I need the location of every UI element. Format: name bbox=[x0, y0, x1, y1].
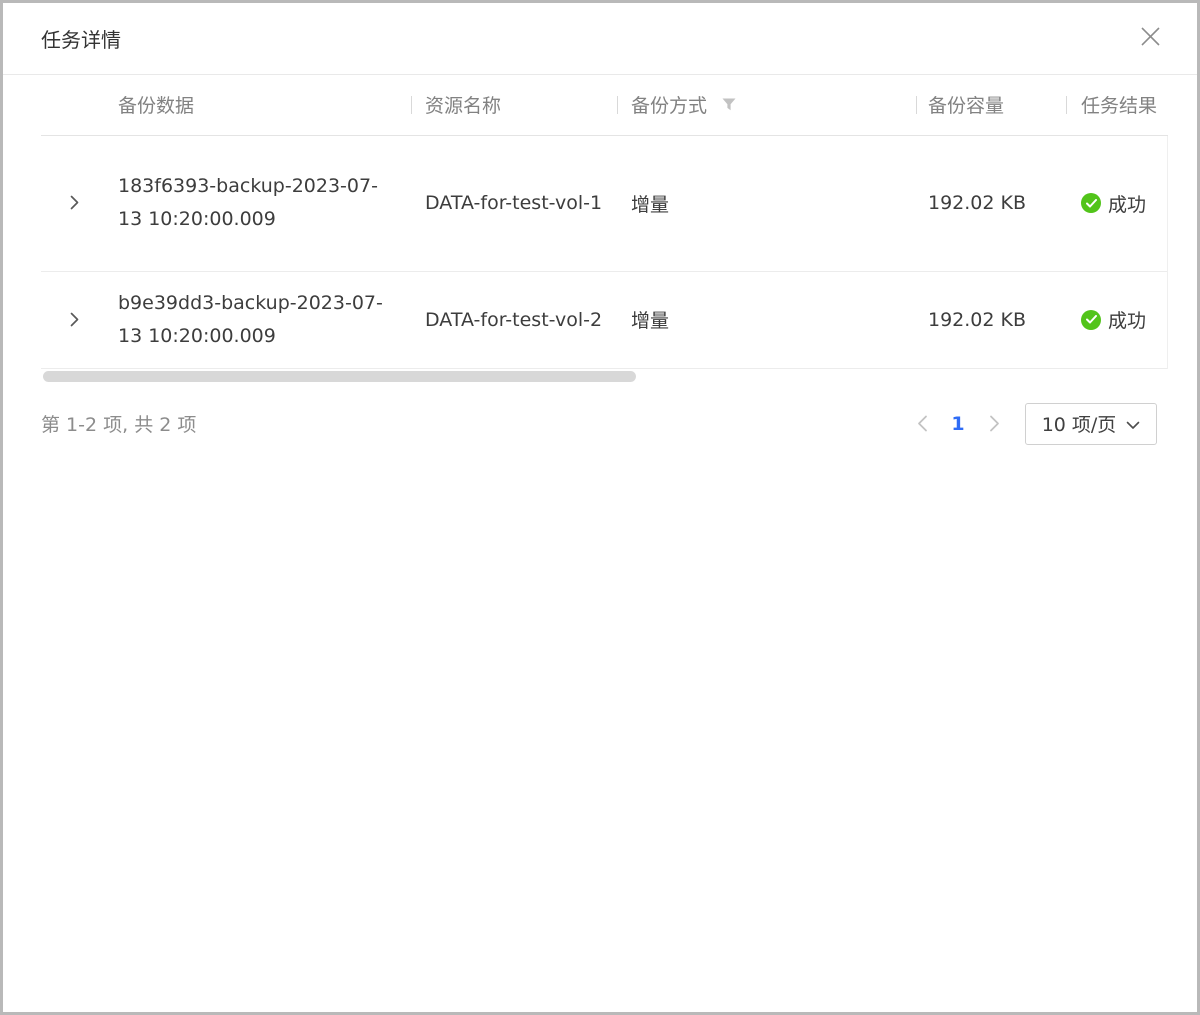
success-check-icon bbox=[1081, 310, 1101, 330]
close-icon bbox=[1140, 26, 1161, 51]
backup-method-cell: 增量 bbox=[617, 135, 916, 271]
backup-data-cell: 183f6393-backup-2023-07-13 10:20:00.009 bbox=[108, 135, 411, 271]
modal-title: 任务详情 bbox=[41, 24, 121, 53]
col-backup-method-label: 备份方式 bbox=[631, 95, 707, 117]
column-separator bbox=[411, 96, 412, 114]
backup-capacity-cell: 192.02 KB bbox=[916, 135, 1066, 271]
backup-method-cell: 增量 bbox=[617, 271, 916, 368]
col-backup-data: 备份数据 bbox=[108, 75, 411, 135]
status-badge: 成功 bbox=[1081, 306, 1146, 333]
prev-page-button[interactable] bbox=[907, 409, 937, 439]
col-backup-capacity-label: 备份容量 bbox=[928, 95, 1004, 117]
task-result-cell: 成功 bbox=[1066, 135, 1168, 271]
col-backup-data-label: 备份数据 bbox=[118, 95, 194, 117]
pagination-controls: 1 10 项/页 bbox=[907, 403, 1157, 445]
task-result-text: 成功 bbox=[1108, 190, 1146, 217]
horizontal-scrollbar bbox=[41, 371, 1168, 383]
table-row: b9e39dd3-backup-2023-07-13 10:20:00.009 … bbox=[41, 271, 1168, 368]
table-row: 183f6393-backup-2023-07-13 10:20:00.009 … bbox=[41, 135, 1168, 271]
status-badge: 成功 bbox=[1081, 190, 1146, 217]
page-size-value: 10 项/页 bbox=[1042, 410, 1117, 437]
expand-row-button[interactable] bbox=[63, 191, 87, 215]
horizontal-scrollbar-thumb[interactable] bbox=[43, 371, 636, 382]
success-check-icon bbox=[1081, 193, 1101, 213]
task-result-text: 成功 bbox=[1108, 306, 1146, 333]
table-header-row: 备份数据 资源名称 备份方式 备份容量 bbox=[41, 75, 1168, 135]
col-expand bbox=[41, 75, 108, 135]
page-number-current[interactable]: 1 bbox=[941, 407, 975, 441]
next-page-button[interactable] bbox=[979, 409, 1009, 439]
col-backup-capacity: 备份容量 bbox=[916, 75, 1066, 135]
close-button[interactable] bbox=[1136, 25, 1164, 53]
resource-name-cell: DATA-for-test-vol-2 bbox=[411, 271, 617, 368]
col-task-result: 任务结果 bbox=[1066, 75, 1168, 135]
column-separator bbox=[617, 96, 618, 114]
resource-name-cell: DATA-for-test-vol-1 bbox=[411, 135, 617, 271]
page-size-select[interactable]: 10 项/页 bbox=[1025, 403, 1157, 445]
col-task-result-label: 任务结果 bbox=[1081, 95, 1157, 117]
expand-cell bbox=[41, 135, 108, 271]
expand-cell bbox=[41, 271, 108, 368]
column-separator bbox=[1066, 96, 1067, 114]
backup-capacity-cell: 192.02 KB bbox=[916, 271, 1066, 368]
filter-funnel-icon[interactable] bbox=[722, 94, 736, 116]
expand-row-button[interactable] bbox=[63, 307, 87, 331]
column-separator bbox=[916, 96, 917, 114]
pagination-summary: 第 1-2 项, 共 2 项 bbox=[41, 410, 196, 437]
col-resource-name: 资源名称 bbox=[411, 75, 617, 135]
chevron-down-icon bbox=[1126, 413, 1140, 435]
backup-data-cell: b9e39dd3-backup-2023-07-13 10:20:00.009 bbox=[108, 271, 411, 368]
backup-task-table: 备份数据 资源名称 备份方式 备份容量 bbox=[41, 75, 1168, 369]
pagination-bar: 第 1-2 项, 共 2 项 1 10 项/页 bbox=[3, 403, 1197, 445]
col-backup-method: 备份方式 bbox=[617, 75, 916, 135]
modal-header: 任务详情 bbox=[3, 3, 1197, 75]
col-resource-name-label: 资源名称 bbox=[425, 95, 501, 117]
task-result-cell: 成功 bbox=[1066, 271, 1168, 368]
